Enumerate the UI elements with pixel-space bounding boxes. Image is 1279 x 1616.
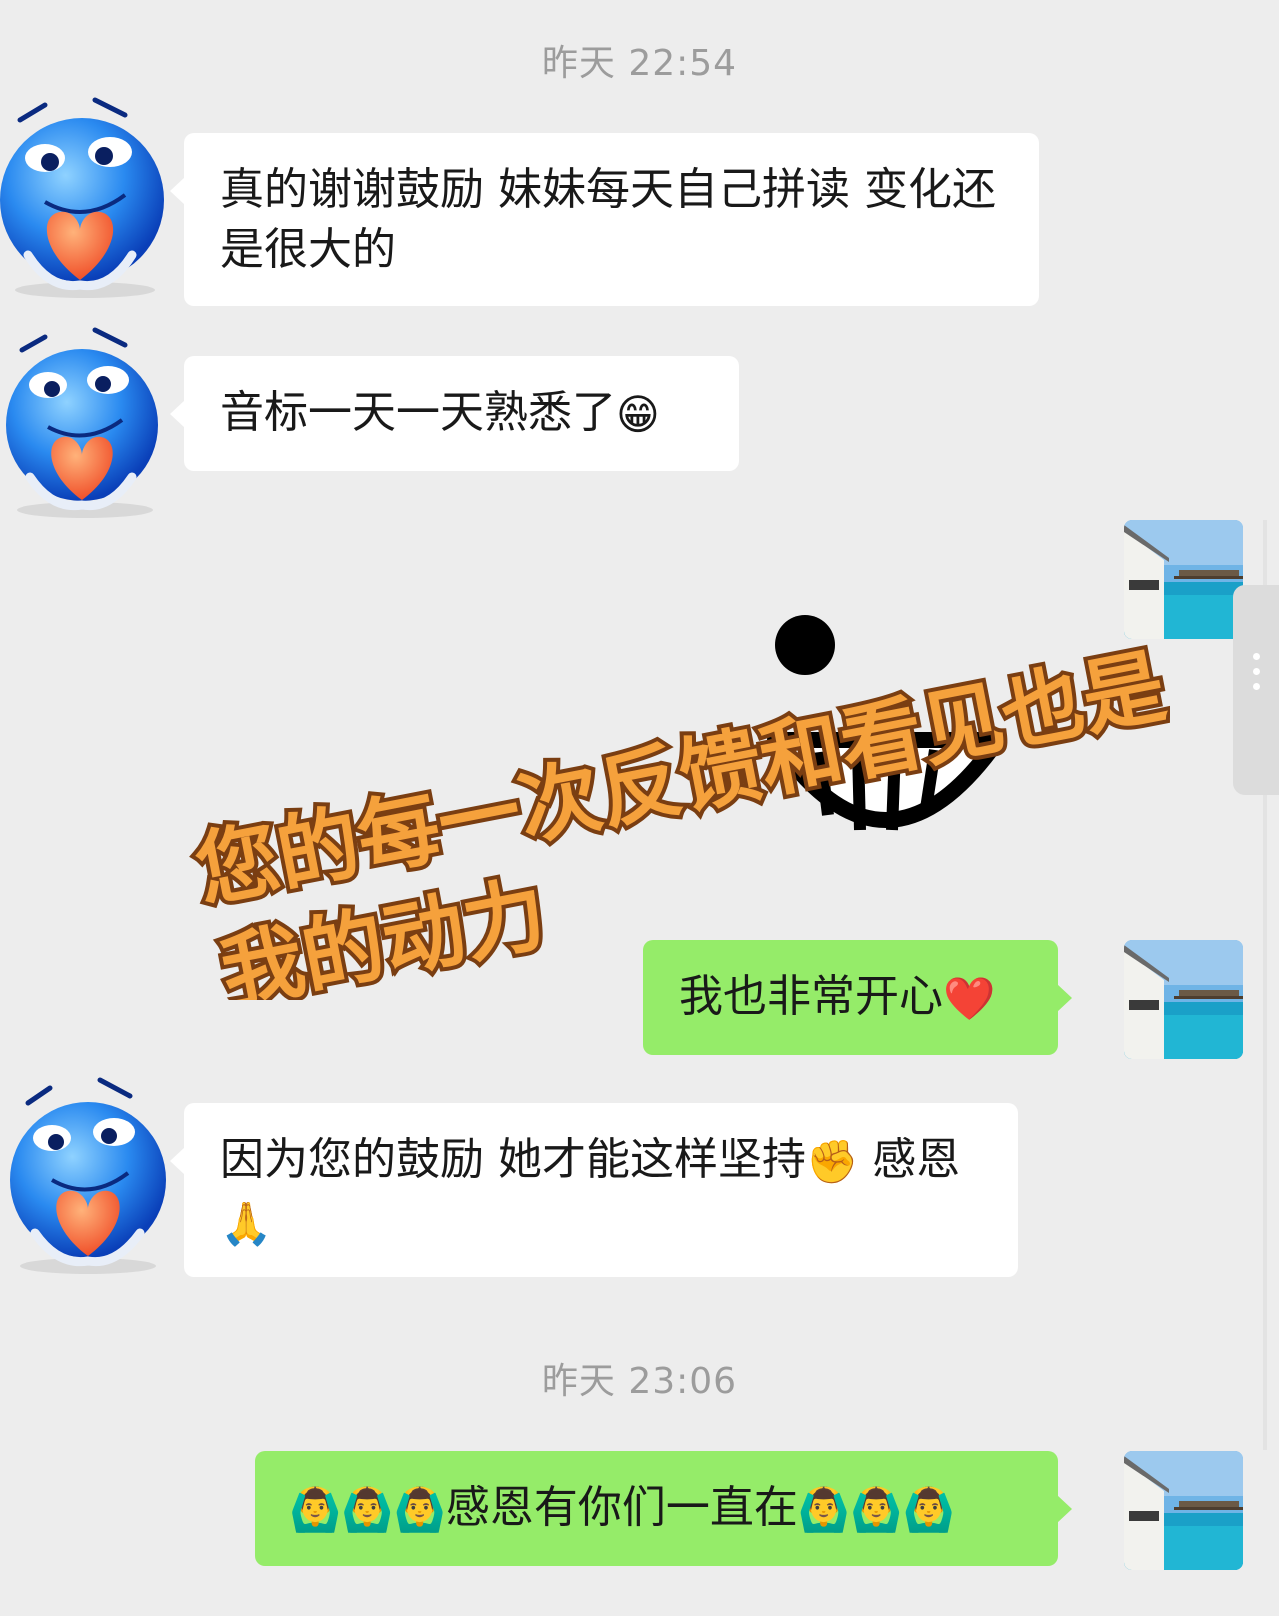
raised-fist-icon: ✊ (806, 1137, 859, 1186)
message-bubble[interactable]: 音标一天一天熟悉了😁 (170, 356, 739, 471)
message-bubble[interactable]: 我也非常开心❤️ (643, 940, 1072, 1055)
folded-hands-icon: 🙏 (220, 1199, 273, 1248)
message-text: 真的谢谢鼓励 妹妹每天自己拼读 变化还是很大的 (220, 164, 996, 275)
timestamp: 昨天 23:06 (541, 1361, 738, 1402)
blue-smiley-heart-icon (6, 327, 158, 518)
handle-dot (1253, 683, 1260, 690)
message-bubble[interactable]: 因为您的鼓励 她才能这样坚持✊ 感恩 🙏 (170, 1103, 1018, 1277)
handle-dot (1253, 668, 1260, 675)
person-gesturing-ok-icon: 🙆‍♂️🙆‍♂️🙆‍♂️ (289, 1485, 446, 1534)
overlay-line-1: 您的每一次反馈和看见也是 (189, 639, 1170, 920)
heart-icon: ❤️ (943, 974, 996, 1023)
timestamp: 昨天 22:54 (541, 43, 738, 84)
message-text: 音标一天一天熟悉了 (220, 387, 616, 438)
contact-avatar[interactable] (0, 90, 175, 300)
person-gesturing-ok-icon: 🙆‍♂️🙆‍♂️🙆‍♂️ (797, 1485, 955, 1534)
message-text: 因为您的鼓励 她才能这样坚持 (220, 1134, 806, 1185)
seaside-villa-photo (1124, 1451, 1243, 1570)
blue-smiley-heart-icon (10, 1077, 166, 1274)
handle-dot (1253, 653, 1260, 660)
message-bubble[interactable]: 真的谢谢鼓励 妹妹每天自己拼读 变化还是很大的 (170, 133, 1039, 306)
contact-avatar[interactable] (0, 1068, 175, 1278)
blue-smiley-heart-icon (0, 97, 164, 298)
seaside-villa-photo (1124, 940, 1243, 1059)
my-avatar[interactable] (1124, 1451, 1243, 1570)
message-text-continued: 感恩 (858, 1134, 961, 1185)
message-text: 感恩有你们一直在 (445, 1482, 798, 1533)
contact-avatar[interactable] (0, 315, 175, 525)
message-bubble[interactable]: 🙆‍♂️🙆‍♂️🙆‍♂️感恩有你们一直在🙆‍♂️🙆‍♂️🙆‍♂️ (255, 1451, 1072, 1566)
scrollbar-handle[interactable] (1233, 585, 1279, 795)
grinning-face-icon: 😁 (616, 390, 660, 439)
message-text: 我也非常开心 (679, 971, 943, 1022)
my-avatar[interactable] (1124, 940, 1243, 1059)
